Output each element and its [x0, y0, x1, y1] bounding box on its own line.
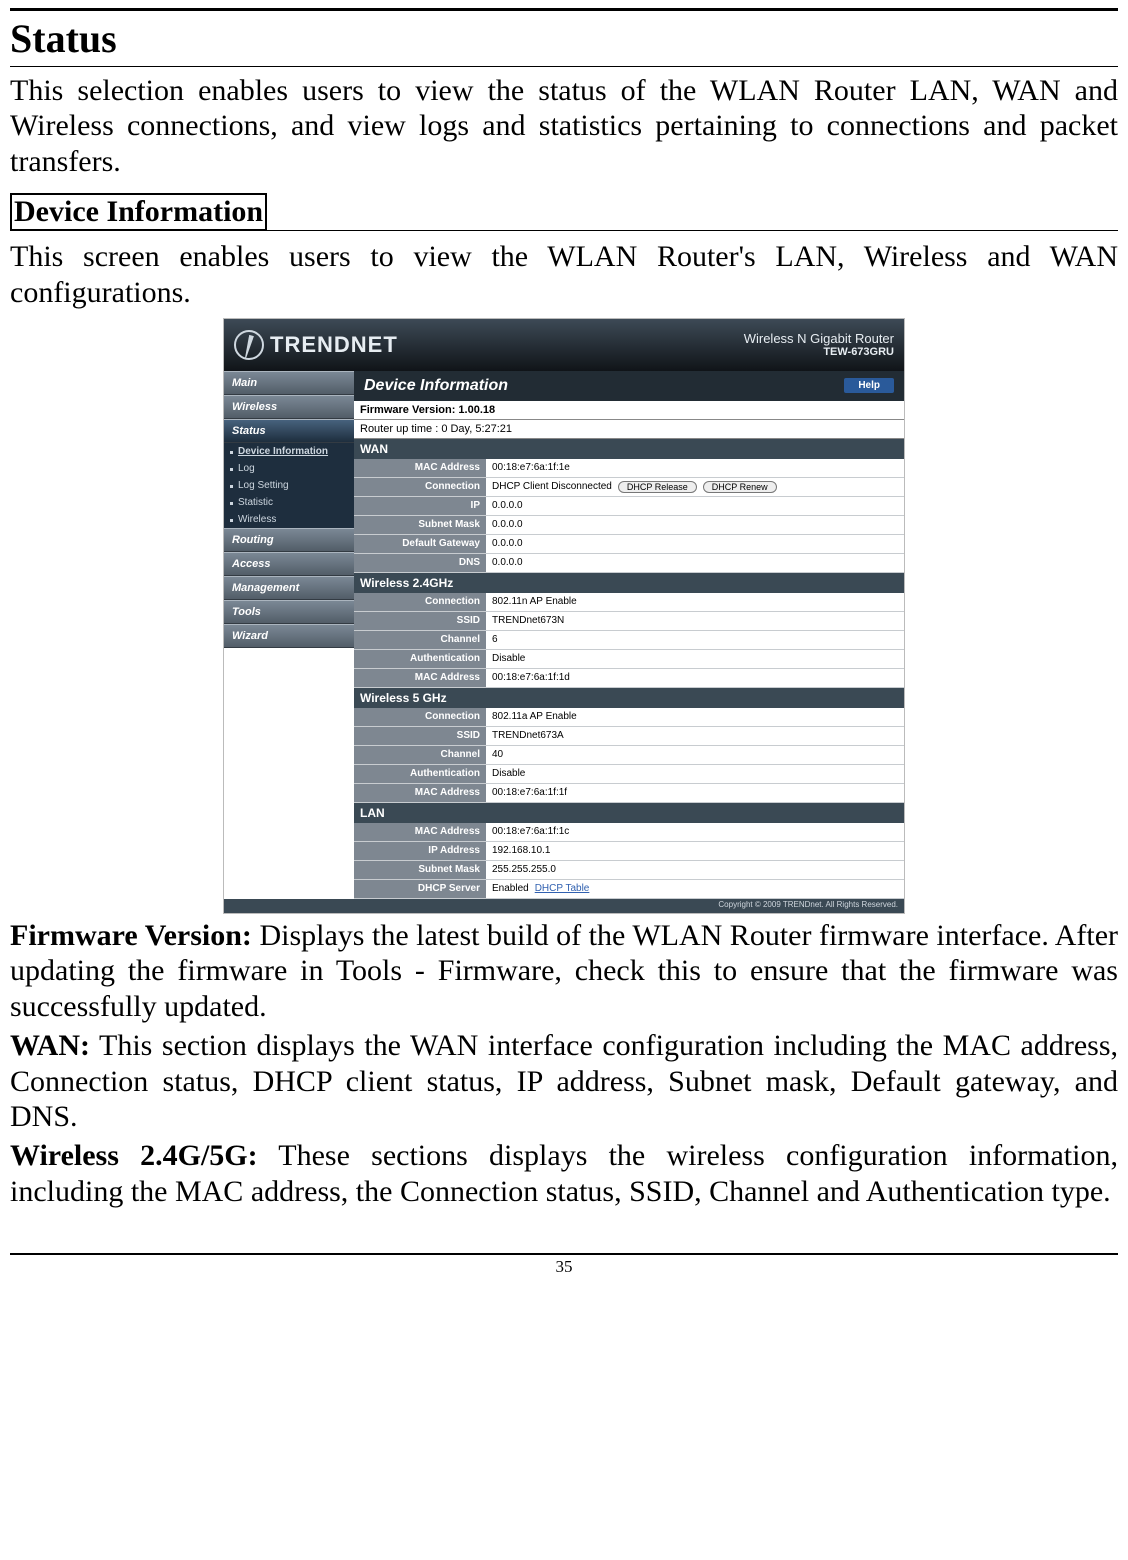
devinfo-intro: This screen enables users to view the WL…	[10, 239, 1118, 310]
wan-mac-value: 00:18:e7:6a:1f:1e	[486, 459, 904, 477]
w5-ssid-value: TRENDnet673A	[486, 727, 904, 745]
wan-ip-label: IP	[354, 497, 486, 515]
w5-ch-value: 40	[486, 746, 904, 764]
w24-conn-label: Connection	[354, 593, 486, 611]
sidebar-sub-wireless[interactable]: Wireless	[224, 511, 354, 528]
lan-ip-label: IP Address	[354, 842, 486, 860]
w5-ch-label: Channel	[354, 746, 486, 764]
heading-device-information: Device Information	[10, 193, 267, 231]
rule-under-h1	[10, 66, 1118, 67]
w5-conn-label: Connection	[354, 708, 486, 726]
model-line2: TEW-673GRU	[744, 346, 894, 359]
sidebar-sub-statistic[interactable]: Statistic	[224, 494, 354, 511]
lan-dhcp-label: DHCP Server	[354, 880, 486, 898]
model-line1: Wireless N Gigabit Router	[744, 331, 894, 347]
w24-auth-value: Disable	[486, 650, 904, 668]
wan-conn-label: Connection	[354, 478, 486, 496]
wan-mask-value: 0.0.0.0	[486, 516, 904, 534]
dhcp-release-button[interactable]: DHCP Release	[618, 481, 697, 493]
w24-mac-value: 00:18:e7:6a:1f:1d	[486, 669, 904, 687]
sidebar-item-wizard[interactable]: Wizard	[224, 624, 354, 648]
w24-section-header: Wireless 2.4GHz	[354, 573, 904, 593]
wan-dns-value: 0.0.0.0	[486, 554, 904, 572]
sidebar-item-main[interactable]: Main	[224, 371, 354, 395]
wan-text: This section displays the WAN interface …	[10, 1029, 1118, 1133]
dhcp-renew-button[interactable]: DHCP Renew	[703, 481, 777, 493]
w24-ssid-value: TRENDnet673N	[486, 612, 904, 630]
definition-wan: WAN: This section displays the WAN inter…	[10, 1028, 1118, 1134]
firmware-term: Firmware Version:	[10, 919, 252, 952]
wan-gw-label: Default Gateway	[354, 535, 486, 553]
wan-term: WAN:	[10, 1029, 90, 1062]
sidebar-item-status[interactable]: Status	[224, 419, 354, 443]
wan-gw-value: 0.0.0.0	[486, 535, 904, 553]
wan-section-header: WAN	[354, 439, 904, 459]
w5-section-header: Wireless 5 GHz	[354, 688, 904, 708]
sidebar-item-management[interactable]: Management	[224, 576, 354, 600]
sidebar-item-access[interactable]: Access	[224, 552, 354, 576]
w5-auth-label: Authentication	[354, 765, 486, 783]
wan-conn-text: DHCP Client Disconnected	[492, 481, 612, 492]
main-panel: Device Information Help Firmware Version…	[354, 371, 904, 899]
lan-section-header: LAN	[354, 803, 904, 823]
w24-mac-label: MAC Address	[354, 669, 486, 687]
w24-ch-value: 6	[486, 631, 904, 649]
sidebar-sub-log[interactable]: Log	[224, 460, 354, 477]
page-number: 35	[10, 1257, 1118, 1277]
w24-auth-label: Authentication	[354, 650, 486, 668]
w5-mac-value: 00:18:e7:6a:1f:1f	[486, 784, 904, 802]
help-button[interactable]: Help	[844, 378, 894, 393]
brand-logo-icon	[234, 330, 264, 360]
w24-ch-label: Channel	[354, 631, 486, 649]
sidebar-item-routing[interactable]: Routing	[224, 528, 354, 552]
w5-conn-value: 802.11a AP Enable	[486, 708, 904, 726]
wan-conn-value: DHCP Client Disconnected DHCP Release DH…	[486, 478, 904, 496]
wireless-term: Wireless 2.4G/5G:	[10, 1139, 258, 1172]
lan-mac-value: 00:18:e7:6a:1f:1c	[486, 823, 904, 841]
wan-ip-value: 0.0.0.0	[486, 497, 904, 515]
dhcp-table-link[interactable]: DHCP Table	[535, 883, 590, 894]
w24-conn-value: 802.11n AP Enable	[486, 593, 904, 611]
footer-rule	[10, 1253, 1118, 1255]
definition-wireless: Wireless 2.4G/5G: These sections display…	[10, 1138, 1118, 1209]
rule-top	[10, 8, 1118, 11]
definition-firmware: Firmware Version: Displays the latest bu…	[10, 918, 1118, 1024]
status-intro: This selection enables users to view the…	[10, 73, 1118, 179]
wan-mac-label: MAC Address	[354, 459, 486, 477]
uptime-line: Router up time : 0 Day, 5:27:21	[354, 420, 904, 439]
sidebar: Main Wireless Status Device Information …	[224, 371, 354, 899]
lan-ip-value: 192.168.10.1	[486, 842, 904, 860]
lan-mask-value: 255.255.255.0	[486, 861, 904, 879]
lan-dhcp-value: Enabled DHCP Table	[486, 880, 904, 898]
model-label: Wireless N Gigabit Router TEW-673GRU	[744, 331, 894, 360]
panel-title: Device Information	[364, 377, 508, 395]
lan-mac-label: MAC Address	[354, 823, 486, 841]
sidebar-item-tools[interactable]: Tools	[224, 600, 354, 624]
router-header: TRENDNET Wireless N Gigabit Router TEW-6…	[224, 319, 904, 371]
w5-mac-label: MAC Address	[354, 784, 486, 802]
firmware-version-line: Firmware Version: 1.00.18	[354, 401, 904, 420]
brand-text: TRENDNET	[270, 332, 398, 358]
router-copyright: Copyright © 2009 TRENDnet. All Rights Re…	[224, 899, 904, 913]
w5-auth-value: Disable	[486, 765, 904, 783]
router-screenshot: TRENDNET Wireless N Gigabit Router TEW-6…	[223, 318, 905, 914]
wan-mask-label: Subnet Mask	[354, 516, 486, 534]
sidebar-sub-device-information[interactable]: Device Information	[224, 443, 354, 460]
sidebar-sub-log-setting[interactable]: Log Setting	[224, 477, 354, 494]
panel-title-bar: Device Information Help	[354, 371, 904, 401]
sidebar-item-wireless[interactable]: Wireless	[224, 395, 354, 419]
w24-ssid-label: SSID	[354, 612, 486, 630]
lan-dhcp-text: Enabled	[492, 883, 529, 894]
lan-mask-label: Subnet Mask	[354, 861, 486, 879]
w5-ssid-label: SSID	[354, 727, 486, 745]
wan-dns-label: DNS	[354, 554, 486, 572]
heading-status: Status	[10, 15, 1118, 62]
